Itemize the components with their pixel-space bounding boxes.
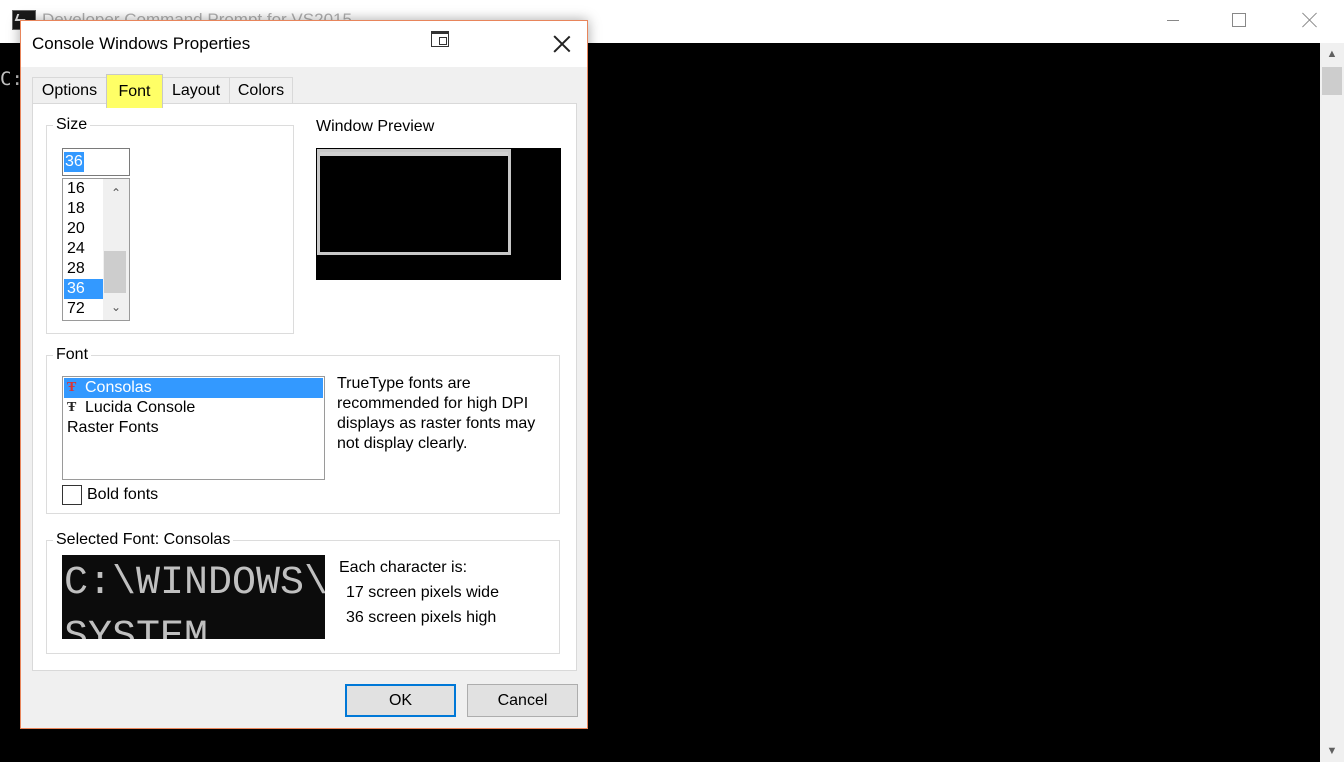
size-input-value: 36 [64, 152, 84, 172]
font-option-label: Lucida Console [85, 399, 196, 416]
chevron-down-icon[interactable]: ⌄ [103, 297, 129, 317]
minimize-button[interactable] [1150, 0, 1196, 40]
font-option-label: Consolas [85, 379, 152, 396]
truetype-icon: Ŧ [67, 380, 77, 395]
font-legend: Font [53, 346, 92, 364]
char-size-heading: Each character is: [339, 559, 468, 576]
font-sample-line2: SYSTEM [64, 615, 209, 639]
font-option-raster-fonts[interactable]: Raster Fonts [64, 418, 159, 438]
dialog-close-button[interactable] [547, 29, 577, 59]
font-tab-panel: Size 36 16 18 20 24 28 36 72 ⌃ ⌄ Window … [32, 103, 577, 671]
tab-font[interactable]: Font [106, 74, 163, 108]
char-width-text: 17 screen pixels wide [346, 584, 499, 601]
size-option-72[interactable]: 72 [64, 299, 103, 319]
preview-window-outline [317, 149, 511, 255]
tab-options[interactable]: Options [32, 77, 107, 103]
size-legend: Size [53, 116, 91, 134]
font-option-consolas[interactable]: Ŧ Consolas [64, 378, 323, 398]
close-button[interactable] [1287, 0, 1333, 40]
size-option-24[interactable]: 24 [64, 239, 103, 259]
scroll-up-arrow-icon[interactable]: ▲ [1320, 43, 1344, 65]
size-group: Size 36 16 18 20 24 28 36 72 ⌃ ⌄ [46, 116, 294, 334]
maximize-button[interactable] [1216, 0, 1262, 40]
close-icon [1302, 12, 1318, 28]
selected-font-group: Selected Font: Consolas C:\WINDOWS\ SYST… [46, 531, 560, 654]
bold-fonts-checkbox[interactable] [62, 485, 82, 505]
maximize-icon [1232, 13, 1246, 27]
bold-fonts-label[interactable]: Bold fonts [87, 486, 158, 504]
chevron-up-icon[interactable]: ⌃ [103, 183, 129, 203]
ok-button[interactable]: OK [345, 684, 456, 717]
size-option-16[interactable]: 16 [64, 179, 103, 199]
scroll-down-arrow-icon[interactable]: ▼ [1320, 740, 1344, 762]
size-option-18[interactable]: 18 [64, 199, 103, 219]
window-preview-label: Window Preview [316, 118, 435, 135]
size-list[interactable]: 16 18 20 24 28 36 72 ⌃ ⌄ [62, 178, 130, 321]
console-scrollbar[interactable]: ▲ ▼ [1320, 43, 1344, 762]
size-option-20[interactable]: 20 [64, 219, 103, 239]
bold-fonts-row[interactable]: Bold fonts [62, 485, 158, 505]
size-option-28[interactable]: 28 [64, 259, 103, 279]
window-preview [316, 148, 561, 280]
minimize-icon [1167, 19, 1179, 21]
font-sample-preview: C:\WINDOWS\ SYSTEM [62, 555, 325, 639]
tab-colors[interactable]: Colors [229, 77, 293, 103]
dialog-titlebar: Console Windows Properties [21, 21, 587, 67]
selected-font-legend: Selected Font: Consolas [53, 531, 234, 549]
cancel-button[interactable]: Cancel [467, 684, 578, 717]
dialog-title: Console Windows Properties [32, 34, 251, 53]
font-option-lucida-console[interactable]: Ŧ Lucida Console [64, 398, 195, 418]
size-list-scrollbar[interactable]: ⌃ ⌄ [103, 179, 129, 320]
size-option-36[interactable]: 36 [64, 279, 103, 299]
window-snap-icon[interactable] [431, 31, 449, 47]
character-size-info: Each character is: 17 screen pixels wide… [339, 555, 499, 630]
font-sample-line1: C:\WINDOWS\ [64, 561, 325, 606]
font-list[interactable]: Ŧ Consolas Ŧ Lucida Console Raster Fonts [62, 376, 325, 480]
truetype-icon: Ŧ [67, 400, 77, 415]
console-properties-dialog: Console Windows Properties Options Font … [20, 20, 588, 729]
char-height-text: 36 screen pixels high [346, 609, 497, 626]
size-scroll-thumb[interactable] [104, 251, 126, 293]
size-input[interactable]: 36 [62, 148, 130, 176]
tab-layout[interactable]: Layout [162, 77, 230, 103]
font-group: Font Ŧ Consolas Ŧ Lucida Console Raster Fo… [46, 346, 560, 514]
scroll-thumb[interactable] [1322, 67, 1342, 95]
truetype-note: TrueType fonts are recommended for high … [337, 375, 536, 452]
font-option-label: Raster Fonts [67, 419, 159, 436]
